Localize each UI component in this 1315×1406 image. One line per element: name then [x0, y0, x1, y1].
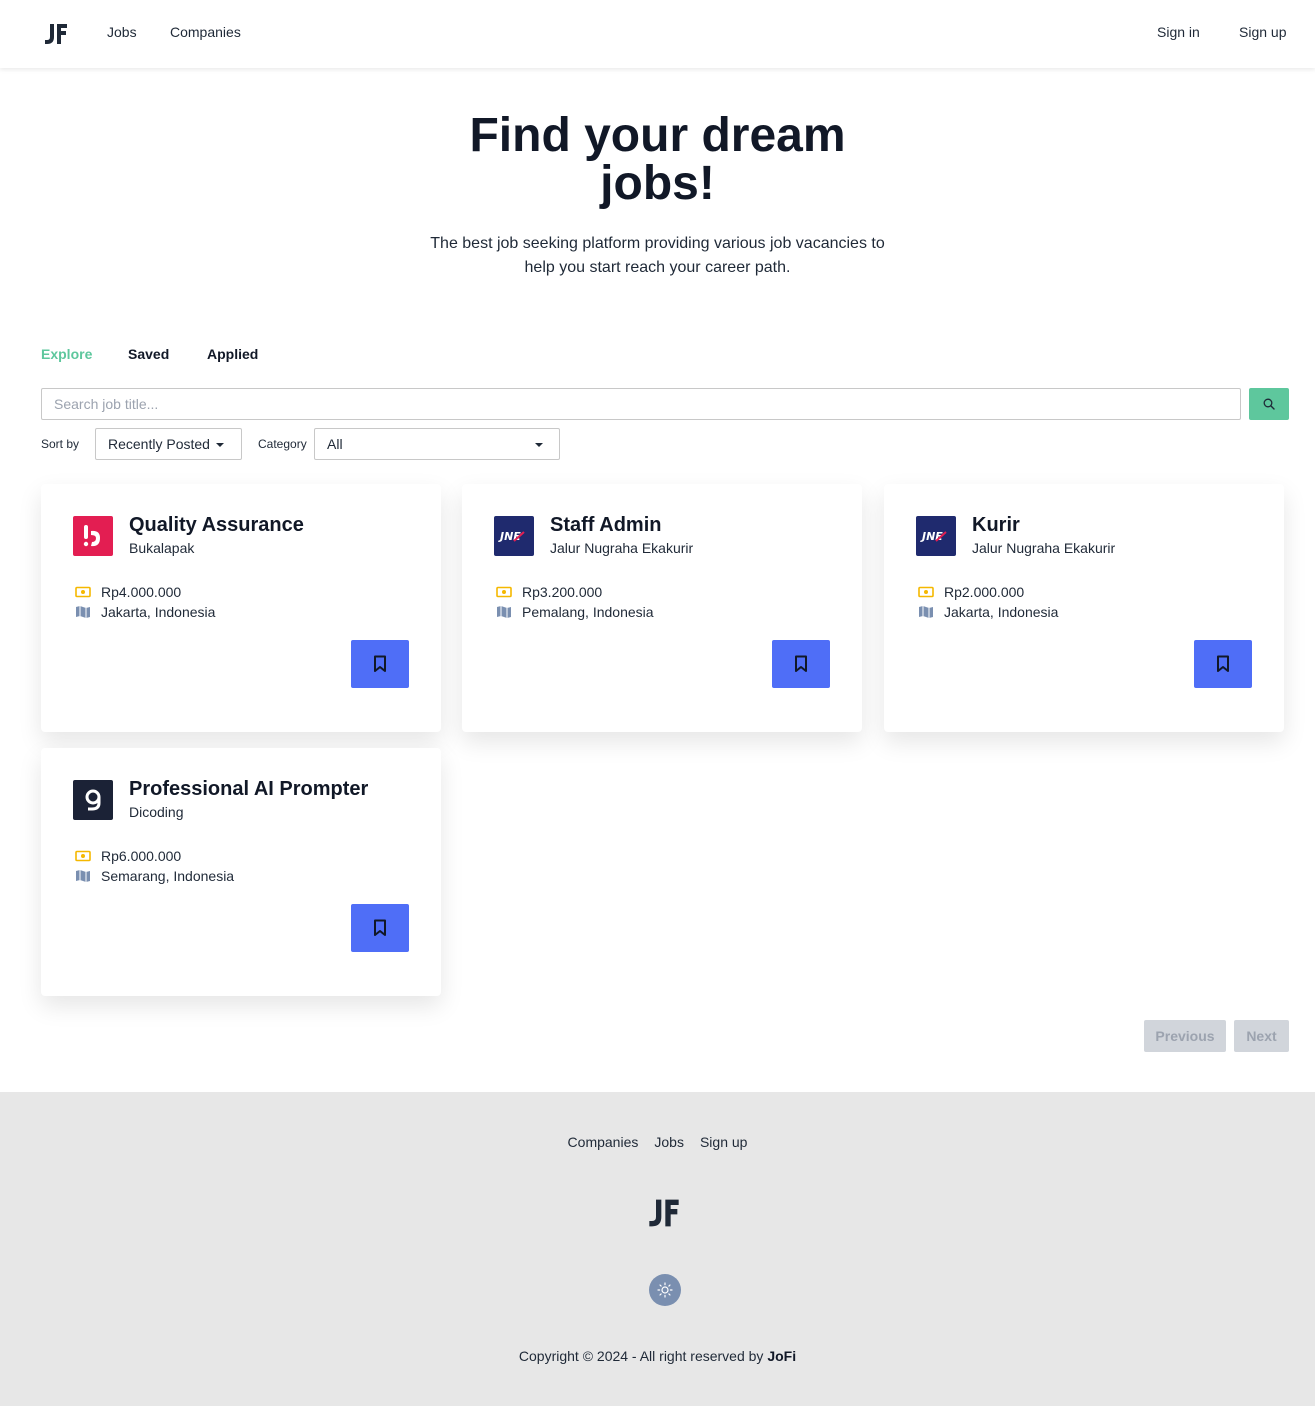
job-card[interactable]: JNE Staff Admin Jalur Nugraha Ekakurir R… — [462, 484, 862, 732]
salary-row: Rp4.000.000 — [73, 584, 181, 600]
bookmark-button[interactable] — [1194, 640, 1252, 688]
footer-jofi-logo — [649, 1199, 679, 1227]
category-select[interactable]: All — [314, 428, 560, 460]
chevron-down-icon — [216, 443, 224, 447]
company-name: Bukalapak — [129, 540, 195, 556]
footer-jobs-link[interactable]: Jobs — [654, 1134, 684, 1150]
job-card[interactable]: JNE Kurir Jalur Nugraha Ekakurir Rp2.000… — [884, 484, 1284, 732]
tab-explore[interactable]: Explore — [41, 346, 92, 362]
salary-value: Rp6.000.000 — [101, 848, 182, 864]
job-title[interactable]: Kurir — [972, 514, 1020, 537]
search-icon — [1263, 398, 1275, 410]
company-name: Jalur Nugraha Ekakurir — [972, 540, 1116, 556]
bookmark-icon — [374, 655, 386, 672]
footer-nav: Companies Jobs Sign up — [0, 1134, 1315, 1150]
bukalapak-logo — [73, 516, 113, 556]
company-name: Jalur Nugraha Ekakurir — [550, 540, 694, 556]
tab-applied[interactable]: Applied — [207, 346, 258, 362]
map-icon — [73, 868, 93, 884]
salary-row: Rp2.000.000 — [916, 584, 1024, 600]
jne-logo: JNE — [494, 516, 534, 556]
tab-saved[interactable]: Saved — [128, 346, 169, 362]
copyright-text: Copyright © 2024 - All right reserved by… — [0, 1348, 1315, 1364]
hero-subtitle: The best job seeking platform providing … — [430, 235, 885, 276]
search-input[interactable] — [41, 388, 1241, 420]
salary-value: Rp2.000.000 — [944, 584, 1025, 600]
copyright-prefix: Copyright © 2024 - All right reserved by — [518, 1348, 764, 1364]
salary-row: Rp6.000.000 — [73, 848, 181, 864]
dicoding-logo — [73, 780, 113, 820]
location-row: Pemalang, Indonesia — [494, 604, 654, 620]
money-icon — [73, 584, 93, 600]
map-icon — [73, 604, 93, 620]
bookmark-icon — [795, 655, 807, 672]
hero-title: Find your dream jobs! — [469, 109, 846, 210]
salary-value: Rp3.200.000 — [522, 584, 603, 600]
sign-in-link[interactable]: Sign in — [1157, 24, 1200, 40]
bookmark-button[interactable] — [351, 640, 409, 688]
bookmark-button[interactable] — [772, 640, 830, 688]
footer: Companies Jobs Sign up Copyright © 2024 … — [0, 1092, 1315, 1406]
footer-companies-link[interactable]: Companies — [568, 1134, 639, 1150]
job-card[interactable]: Quality Assurance Bukalapak Rp4.000.000 … — [41, 484, 441, 732]
sort-select[interactable]: Recently Posted — [95, 428, 242, 460]
map-icon — [916, 604, 936, 620]
chevron-down-icon — [535, 443, 543, 447]
nav-companies-link[interactable]: Companies — [170, 24, 241, 40]
job-card[interactable]: Professional AI Prompter Dicoding Rp6.00… — [41, 748, 441, 996]
bookmark-icon — [1217, 655, 1229, 672]
job-title[interactable]: Staff Admin — [550, 514, 661, 537]
bookmark-icon — [374, 919, 386, 936]
theme-toggle-button[interactable] — [649, 1274, 681, 1306]
brand-name: JoFi — [767, 1348, 797, 1364]
salary-row: Rp3.200.000 — [494, 584, 602, 600]
company-name: Dicoding — [129, 804, 184, 820]
category-label: Category — [258, 437, 307, 451]
job-title[interactable]: Professional AI Prompter — [129, 778, 368, 801]
location-value: Semarang, Indonesia — [101, 868, 235, 884]
money-icon — [494, 584, 514, 600]
location-value: Jakarta, Indonesia — [944, 604, 1059, 620]
location-value: Jakarta, Indonesia — [101, 604, 216, 620]
sort-label: Sort by — [41, 437, 80, 451]
bookmark-button[interactable] — [351, 904, 409, 952]
location-value: Pemalang, Indonesia — [522, 604, 654, 620]
jne-logo: JNE — [916, 516, 956, 556]
search-button[interactable] — [1249, 388, 1289, 420]
jofi-logo[interactable] — [44, 23, 68, 45]
navbar: Jobs Companies Sign in Sign up — [0, 0, 1315, 68]
sun-icon — [657, 1282, 673, 1298]
money-icon — [73, 848, 93, 864]
nav-jobs-link[interactable]: Jobs — [107, 24, 137, 40]
map-icon — [494, 604, 514, 620]
category-value: All — [327, 436, 343, 452]
previous-button[interactable]: Previous — [1144, 1020, 1226, 1052]
next-button[interactable]: Next — [1234, 1020, 1289, 1052]
salary-value: Rp4.000.000 — [101, 584, 182, 600]
job-title[interactable]: Quality Assurance — [129, 514, 304, 537]
money-icon — [916, 584, 936, 600]
location-row: Semarang, Indonesia — [73, 868, 234, 884]
sign-up-link[interactable]: Sign up — [1239, 24, 1286, 40]
footer-sign-up-link[interactable]: Sign up — [700, 1134, 747, 1150]
location-row: Jakarta, Indonesia — [916, 604, 1058, 620]
location-row: Jakarta, Indonesia — [73, 604, 215, 620]
sort-value: Recently Posted — [108, 436, 210, 452]
